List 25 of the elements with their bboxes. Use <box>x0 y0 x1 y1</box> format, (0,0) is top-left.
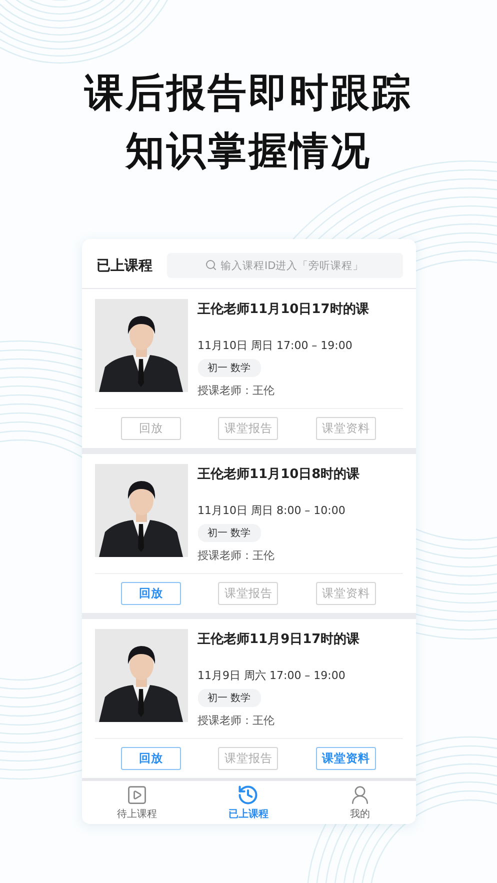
course-action-button[interactable]: 回放 <box>121 582 182 605</box>
subject-tag: 初一 数学 <box>198 359 261 377</box>
teacher-text: 授课老师：王伦 <box>198 713 274 728</box>
history-icon <box>237 784 260 806</box>
course-action-button[interactable]: 回放 <box>121 747 182 770</box>
nav-tab[interactable]: 我的 <box>324 784 395 821</box>
nav-tab[interactable]: 已上课程 <box>213 784 284 821</box>
search-icon <box>204 259 216 271</box>
subject-tag: 初一 数学 <box>198 524 261 542</box>
course-action-button[interactable]: 课堂资料 <box>316 747 376 770</box>
subject-tag: 初一 数学 <box>198 689 261 707</box>
course-title: 王伦老师11月9日17时的课 <box>198 631 360 648</box>
headline-text: 课后报告即时跟踪 <box>84 70 412 118</box>
teacher-text: 授课老师：王伦 <box>198 383 274 398</box>
nav-tab[interactable]: 待上课程 <box>102 784 172 821</box>
teacher-text: 授课老师：王伦 <box>198 548 274 563</box>
course-title: 王伦老师11月10日17时的课 <box>198 301 369 318</box>
headline-text: 知识掌握情况 <box>126 128 372 176</box>
course-time: 11月10日 周日 17:00 – 19:00 <box>198 338 352 353</box>
page-title: 已上课程 <box>96 256 152 274</box>
play-icon <box>126 784 148 806</box>
course-title: 王伦老师11月10日8时的课 <box>198 466 360 483</box>
course-time: 11月10日 周日 8:00 – 10:00 <box>198 503 346 518</box>
search-field[interactable]: 输入课程ID进入「旁听课程」 <box>166 253 402 278</box>
course-time: 11月9日 周六 17:00 – 19:00 <box>198 668 346 683</box>
